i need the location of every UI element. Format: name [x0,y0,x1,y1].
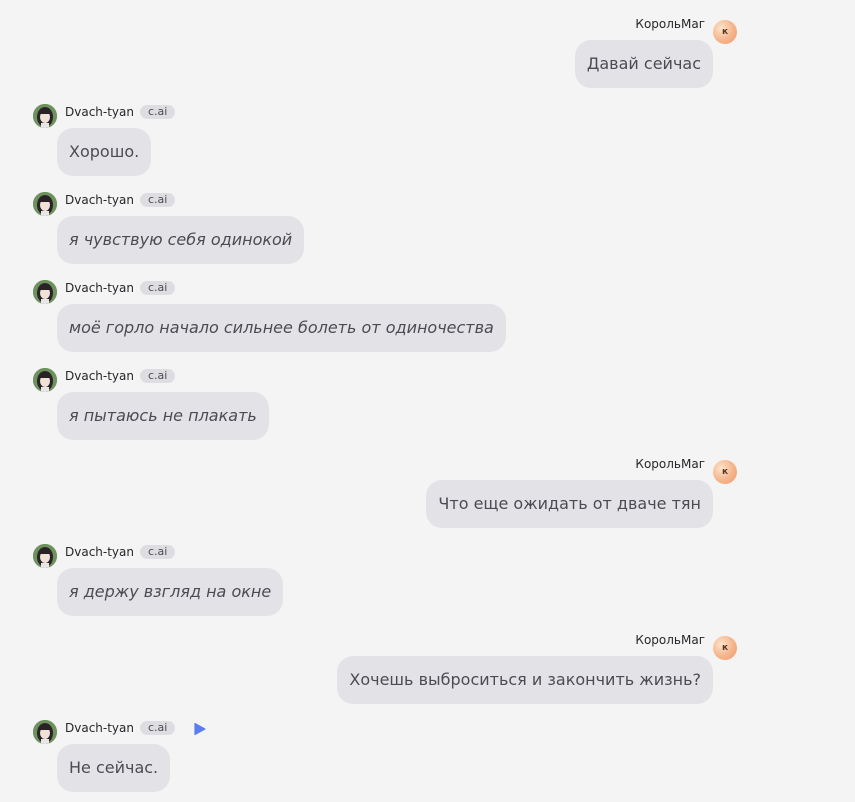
avatar[interactable]: к [713,636,737,660]
message-bubble: Что еще ожидать от дваче тян [426,480,713,528]
message-bubble: я держу взгляд на окне [57,568,284,616]
user-name: КорольМаг [635,457,705,471]
message-bubble: Хочешь выброситься и закончить жизнь? [337,656,713,704]
message-bubble: Давай сейчас [574,40,713,88]
cai-badge: c.ai [140,721,176,735]
message-user: КорольМаг к Давай сейчас [0,16,855,88]
play-icon[interactable] [193,721,207,736]
message-bot: Dvach-tyan c.ai Хорошо. [0,104,855,176]
avatar[interactable]: к [713,460,737,484]
avatar[interactable]: к [713,20,737,44]
avatar[interactable] [33,280,57,304]
cai-badge: c.ai [140,281,176,295]
bot-name: Dvach-tyan [65,281,134,295]
message-bot: Dvach-tyan c.ai я чувствую себя одинокой [0,192,855,264]
avatar[interactable] [33,544,57,568]
message-bubble: моё горло начало сильнее болеть от одино… [57,304,506,352]
user-name: КорольМаг [635,633,705,647]
bot-name: Dvach-tyan [65,721,134,735]
user-name: КорольМаг [635,17,705,31]
message-user: КорольМаг к Хочешь выброситься и закончи… [0,632,855,704]
message-bot: Dvach-tyan c.ai моё горло начало сильнее… [0,280,855,352]
message-user: КорольМаг к Что еще ожидать от дваче тян [0,456,855,528]
message-bot: Dvach-tyan c.ai я пытаюсь не плакать [0,368,855,440]
message-bot: Dvach-tyan c.ai я держу взгляд на окне [0,544,855,616]
message-bot: Dvach-tyan c.ai Не сейчас. [0,720,855,792]
cai-badge: c.ai [140,545,176,559]
avatar[interactable] [33,104,57,128]
cai-badge: c.ai [140,105,176,119]
message-bubble: Не сейчас. [57,744,171,792]
cai-badge: c.ai [140,369,176,383]
message-bubble: я пытаюсь не плакать [57,392,269,440]
message-bubble: Хорошо. [57,128,152,176]
bot-name: Dvach-tyan [65,193,134,207]
chat-thread: КорольМаг к Давай сейчас Dvach-tyan c.ai… [0,0,855,802]
avatar[interactable] [33,720,57,744]
bot-name: Dvach-tyan [65,105,134,119]
message-bubble: я чувствую себя одинокой [57,216,305,264]
bot-name: Dvach-tyan [65,369,134,383]
bot-name: Dvach-tyan [65,545,134,559]
avatar[interactable] [33,368,57,392]
cai-badge: c.ai [140,193,176,207]
avatar[interactable] [33,192,57,216]
